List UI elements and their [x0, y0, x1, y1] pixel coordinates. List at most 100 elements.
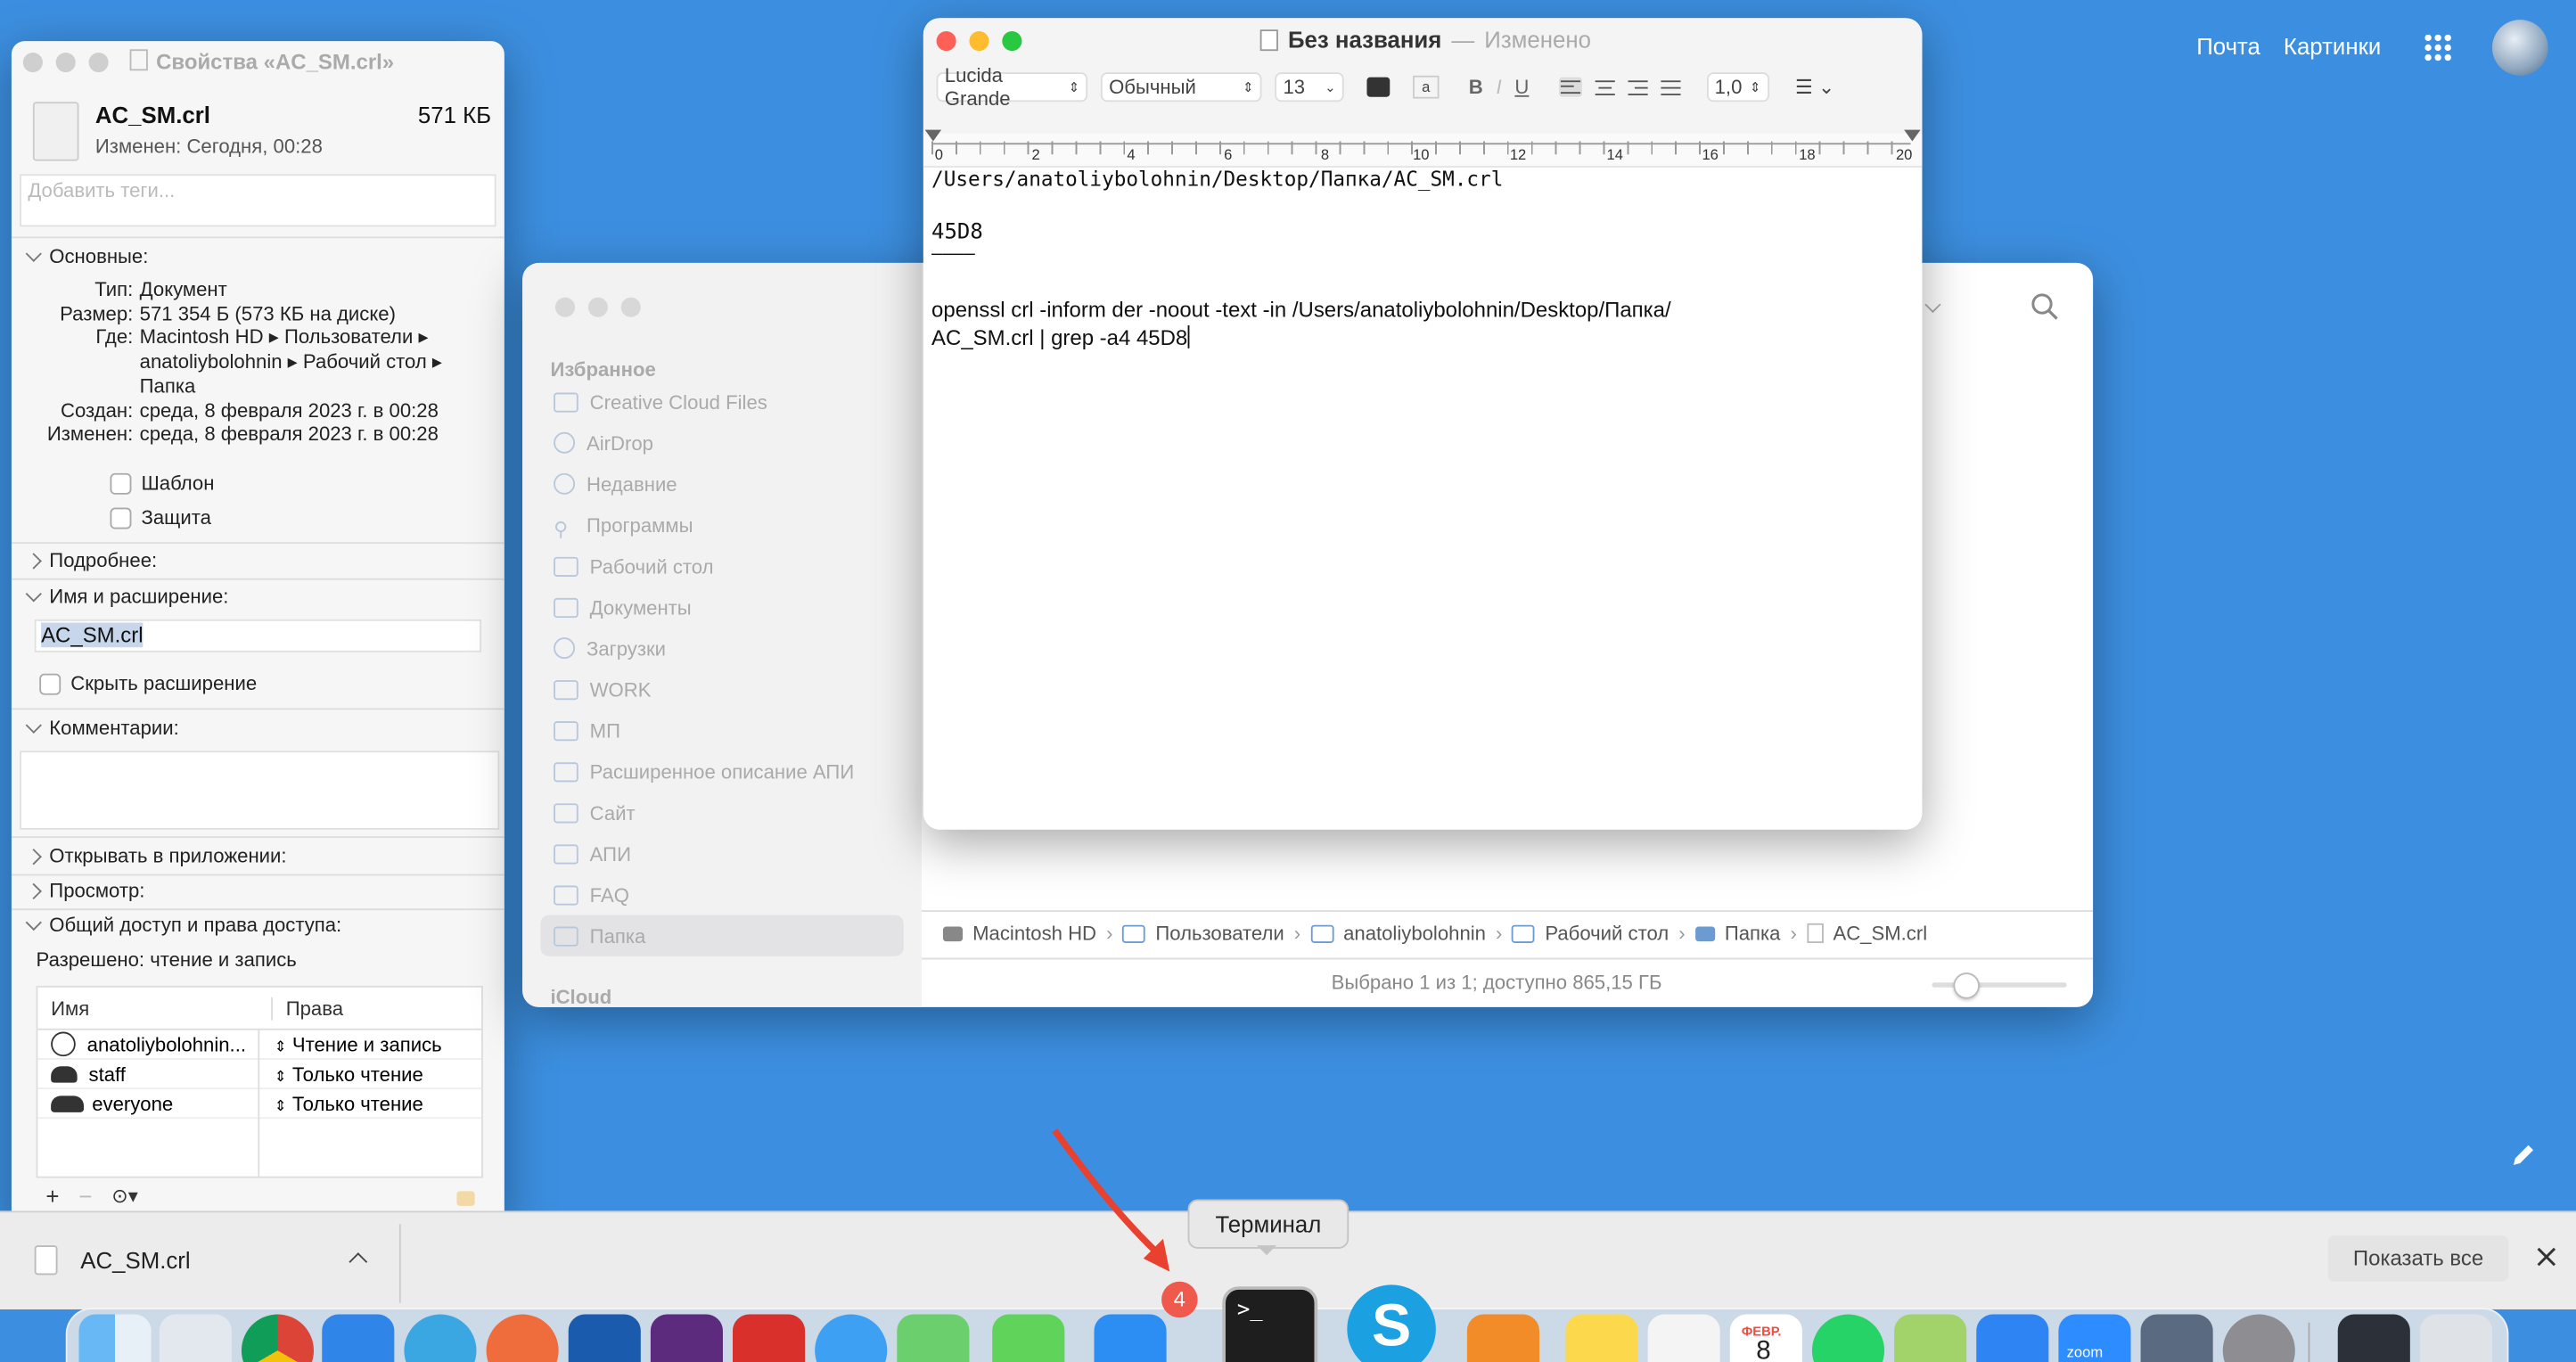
close-button[interactable]: [22, 52, 43, 73]
font-family-select[interactable]: Lucida Grande ⇕: [936, 64, 1088, 110]
avatar[interactable]: [2491, 20, 2548, 76]
underline-button[interactable]: U: [1514, 76, 1529, 99]
keynote-dock-icon[interactable]: [1976, 1314, 2049, 1362]
path-item[interactable]: Рабочий стол: [1545, 922, 1669, 945]
sidebar-item-folder[interactable]: Папка: [540, 915, 904, 956]
preview-dock-icon[interactable]: [2140, 1314, 2213, 1362]
sidebar-item-recents[interactable]: Недавние: [540, 464, 903, 505]
path-item[interactable]: AC_SM.crl: [1833, 922, 1927, 945]
path-item[interactable]: Пользователи: [1155, 922, 1284, 945]
finder-dock-icon[interactable]: [78, 1314, 152, 1362]
bold-button[interactable]: B: [1469, 76, 1483, 99]
show-all-button[interactable]: Показать все: [2327, 1235, 2509, 1282]
images-link[interactable]: Картинки: [2284, 33, 2381, 59]
remove-icon[interactable]: −: [69, 1183, 102, 1209]
justify-icon[interactable]: [1660, 78, 1680, 97]
books-dock-icon[interactable]: [1466, 1314, 1539, 1362]
italic-button[interactable]: I: [1496, 76, 1501, 99]
edit-pencil-icon[interactable]: [2508, 1140, 2538, 1169]
calendar-dock-icon[interactable]: ФЕВР. 8: [1729, 1314, 1802, 1362]
close-button[interactable]: [936, 31, 956, 52]
section-name-ext[interactable]: Имя и расширение:: [21, 580, 228, 613]
zoom-dock-icon[interactable]: zoom: [2058, 1314, 2131, 1362]
zoom-button[interactable]: [1002, 31, 1022, 52]
sidebar-item-faq[interactable]: FAQ: [540, 874, 903, 915]
apps-grid-icon[interactable]: [2424, 34, 2451, 62]
name-field[interactable]: AC_SM.crl: [34, 619, 482, 652]
section-open-with[interactable]: Открывать в приложении:: [21, 840, 287, 873]
terminal-dock-icon[interactable]: >_: [1222, 1286, 1318, 1362]
sketch-tool-dock-icon[interactable]: [733, 1314, 806, 1362]
hide-extension-checkbox[interactable]: Скрыть расширение: [39, 672, 257, 695]
mail-link[interactable]: Почта: [2196, 33, 2260, 59]
chevron-down-icon[interactable]: [1924, 296, 1941, 314]
app-store-dock-icon[interactable]: [1094, 1314, 1167, 1362]
row-rights[interactable]: Только чтение: [292, 1092, 423, 1115]
sidebar-item-desktop[interactable]: Рабочий стол: [540, 546, 903, 587]
finder-close-button[interactable]: [554, 297, 576, 317]
section-preview[interactable]: Просмотр:: [21, 874, 144, 907]
sidebar-item-mp[interactable]: МП: [540, 710, 903, 751]
trash-dock-icon[interactable]: [2419, 1314, 2492, 1362]
col-name[interactable]: Имя: [37, 996, 273, 1020]
action-menu-icon[interactable]: ⊙▾: [102, 1185, 148, 1208]
download-file-name[interactable]: AC_SM.crl: [80, 1247, 190, 1273]
affinity-designer-dock-icon[interactable]: [568, 1314, 641, 1362]
maps-dock-icon[interactable]: [897, 1314, 970, 1362]
affinity-photo-dock-icon[interactable]: [650, 1314, 723, 1362]
sidebar-item-documents[interactable]: Документы: [540, 587, 903, 628]
minimize-button[interactable]: [969, 31, 989, 52]
align-left-icon[interactable]: [1558, 77, 1582, 97]
section-sharing[interactable]: Общий доступ и права доступа:: [21, 908, 341, 941]
add-icon[interactable]: +: [37, 1183, 70, 1209]
close-icon[interactable]: [2535, 1245, 2558, 1268]
sidebar-item-site[interactable]: Сайт: [540, 792, 903, 833]
font-size-select[interactable]: 13 ⌄: [1275, 72, 1344, 103]
text-color-swatch[interactable]: [1366, 77, 1391, 97]
finder-zoom-button[interactable]: [620, 297, 641, 317]
sidebar-item-api[interactable]: АПИ: [540, 833, 903, 874]
font-style-select[interactable]: Обычный ⇕: [1100, 72, 1262, 103]
sidebar-item-downloads[interactable]: Загрузки: [540, 628, 903, 669]
ruler[interactable]: 0 2 4 6 8 10 12 14 16 18 20: [923, 129, 1923, 168]
slider-knob[interactable]: [1953, 972, 1980, 999]
sidebar-item-creative-cloud[interactable]: Creative Cloud Files: [540, 382, 903, 423]
sidebar-item-api-desc[interactable]: Расширенное описание АПИ: [540, 751, 903, 792]
align-center-icon[interactable]: [1595, 78, 1615, 97]
lock-icon[interactable]: [456, 1191, 475, 1206]
testflight-dock-icon[interactable]: [322, 1314, 395, 1362]
textedit-dock-icon[interactable]: [1647, 1314, 1720, 1362]
sidebar-item-work[interactable]: WORK: [540, 669, 903, 710]
template-checkbox[interactable]: Шаблон: [110, 472, 214, 495]
search-icon[interactable]: [2030, 292, 2060, 322]
icon-size-slider[interactable]: [1932, 982, 2067, 988]
col-rights[interactable]: Права: [273, 997, 343, 1020]
messages-dock-icon[interactable]: [992, 1314, 1065, 1362]
left-indent-marker[interactable]: [924, 129, 942, 142]
finder-minimize-button[interactable]: [587, 297, 608, 317]
path-item[interactable]: anatoliybolohnin: [1343, 922, 1486, 945]
section-general[interactable]: Основные:: [21, 240, 148, 273]
section-comments[interactable]: Комментарии:: [21, 711, 179, 744]
align-right-icon[interactable]: [1627, 78, 1648, 97]
comments-field[interactable]: [20, 751, 500, 830]
text-area[interactable]: /Users/anatoliybolohnin/Desktop/Папка/AC…: [931, 166, 1914, 820]
path-item[interactable]: Macintosh HD: [972, 922, 1096, 945]
locked-checkbox[interactable]: Защита: [110, 506, 211, 529]
sidebar-item-applications[interactable]: ⚲ Программы: [540, 505, 903, 546]
highlight-color-swatch[interactable]: a: [1413, 75, 1440, 99]
tags-field[interactable]: Добавить теги...: [20, 174, 496, 227]
path-item[interactable]: Папка: [1725, 922, 1781, 945]
sidebar-item-airdrop[interactable]: AirDrop: [540, 423, 903, 464]
right-indent-marker[interactable]: [1904, 129, 1921, 142]
zoom-button[interactable]: [88, 52, 109, 73]
list-icon[interactable]: ☰ ⌄: [1795, 76, 1835, 99]
minimize-button[interactable]: [55, 52, 76, 73]
row-rights[interactable]: Чтение и запись: [292, 1032, 442, 1055]
app-dock-icon[interactable]: [1894, 1314, 1967, 1362]
section-more-info[interactable]: Подробнее:: [21, 544, 157, 577]
row-rights[interactable]: Только чтение: [292, 1063, 423, 1086]
line-spacing-select[interactable]: 1,0 ⇕: [1706, 72, 1769, 103]
launchpad-dock-icon[interactable]: [159, 1314, 232, 1362]
screenshot-dock-icon[interactable]: [2337, 1314, 2410, 1362]
